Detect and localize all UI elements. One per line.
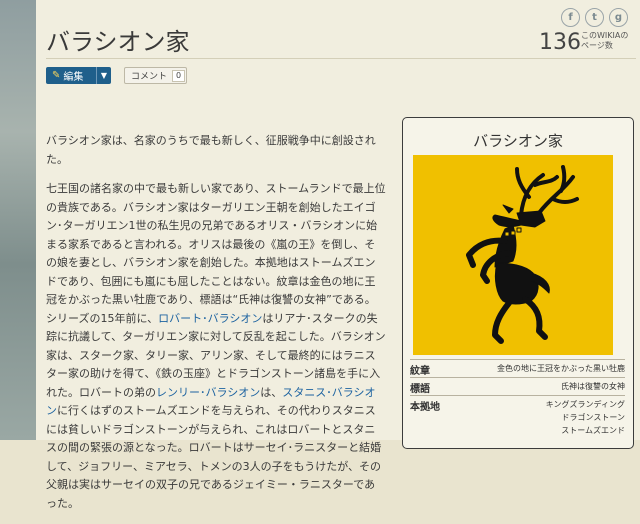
infobox-title: バラシオン家 bbox=[473, 132, 563, 150]
page-title: バラシオン家 bbox=[46, 28, 190, 57]
main-paragraph: 七王国の諸名家の中で最も新しい家であり、ストームランドで最上位の貴族である。バラ… bbox=[46, 182, 386, 510]
facebook-icon[interactable]: f bbox=[561, 8, 580, 27]
comment-count-badge: 0 bbox=[172, 69, 186, 82]
infobox-row-seat: 本拠地 キングズランディング ドラゴンストーン ストームズエンド bbox=[410, 395, 625, 437]
infobox-row-words: 標語 氏神は復讐の女神 bbox=[410, 377, 625, 395]
link-renly-baratheon[interactable]: レンリー･バラシオン bbox=[156, 386, 260, 399]
background-art bbox=[0, 0, 36, 440]
intro-paragraph: バラシオン家は、名家のうちで最も新しく、征服戦争中に創設された。 bbox=[46, 134, 376, 166]
stag-sigil-icon bbox=[466, 165, 579, 344]
chevron-down-icon[interactable]: ▼ bbox=[97, 71, 111, 80]
comment-button[interactable]: コメント 0 bbox=[124, 67, 187, 84]
pencil-icon: ✎ bbox=[52, 70, 61, 81]
comment-label: コメント bbox=[131, 72, 168, 82]
page-count: 136 bbox=[539, 30, 581, 55]
twitter-icon[interactable]: t bbox=[585, 8, 604, 27]
page-count-label: このWIKIAの ページ数 bbox=[581, 31, 629, 50]
infobox: バラシオン家 紋章 金色の地に王冠をかぶった黒い牡鹿 標語 氏神は復讐の女神 本… bbox=[402, 117, 634, 449]
link-robert-baratheon[interactable]: ロバート･バラシオン bbox=[158, 312, 262, 325]
edit-label: 編集 bbox=[63, 72, 84, 83]
main-page: バラシオン家 f t g 136 このWIKIAの ページ数 ✎ 編集 ▼ コメ… bbox=[36, 0, 640, 510]
infobox-rows: 紋章 金色の地に王冠をかぶった黒い牡鹿 標語 氏神は復讐の女神 本拠地 キングズ… bbox=[410, 359, 625, 437]
google-plus-icon[interactable]: g bbox=[609, 8, 628, 27]
header-divider bbox=[46, 58, 636, 59]
edit-button[interactable]: ✎ 編集 ▼ bbox=[46, 67, 111, 84]
article-body: バラシオン家は、名家のうちで最も新しく、征服戦争中に創設された。 七王国の諸名家… bbox=[46, 132, 386, 524]
social-buttons: f t g bbox=[561, 8, 628, 27]
infobox-row-sigil: 紋章 金色の地に王冠をかぶった黒い牡鹿 bbox=[410, 359, 625, 377]
house-sigil-image[interactable] bbox=[413, 155, 613, 355]
